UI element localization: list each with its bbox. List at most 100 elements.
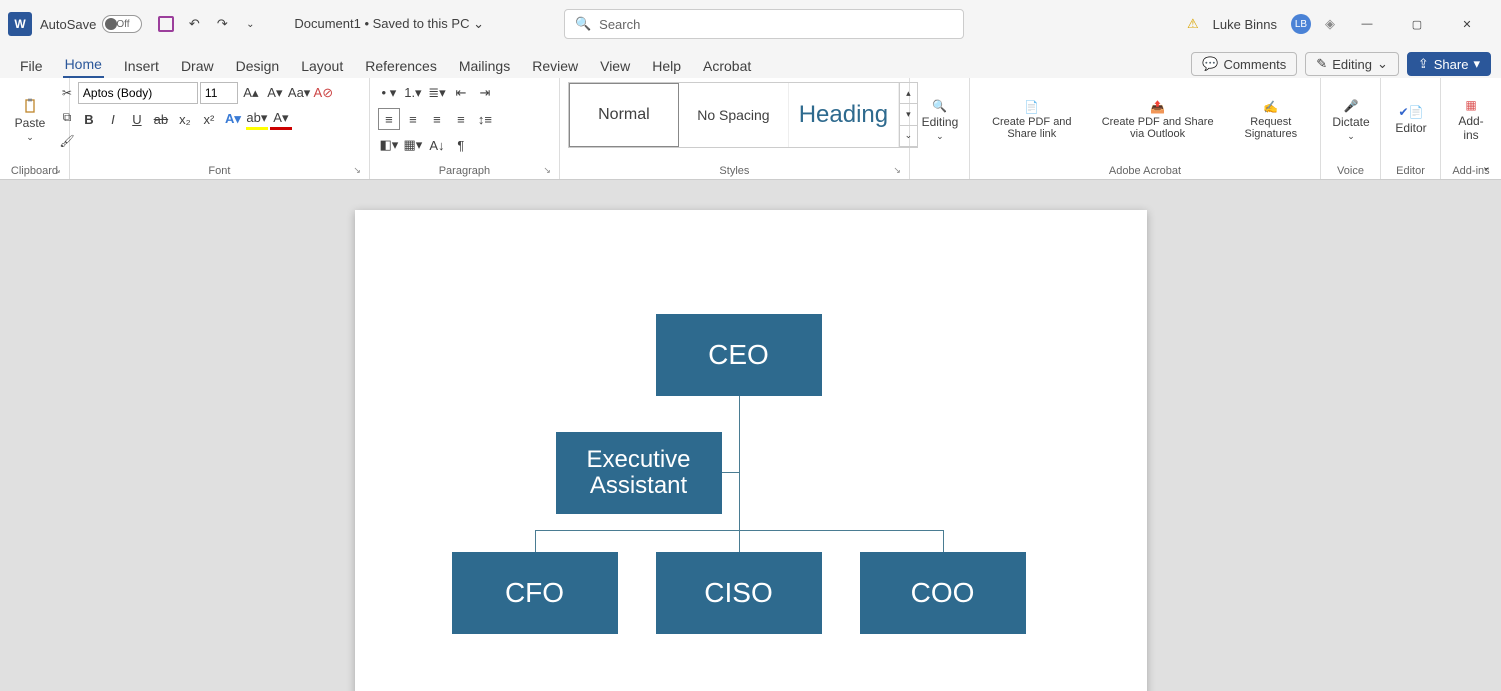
signature-icon: ✍	[1263, 100, 1278, 114]
italic-button[interactable]: I	[102, 108, 124, 130]
group-acrobat: 📄 Create PDF and Share link 📤 Create PDF…	[970, 78, 1321, 179]
comments-button[interactable]: 💬 Comments	[1191, 52, 1297, 76]
tab-file[interactable]: File	[18, 54, 45, 78]
tab-help[interactable]: Help	[650, 54, 683, 78]
group-addins: ▦ Add-ins Add-ins ⌄	[1441, 78, 1501, 179]
tab-home[interactable]: Home	[63, 52, 104, 78]
create-pdf-share-link-button[interactable]: 📄 Create PDF and Share link	[978, 82, 1086, 158]
warning-icon[interactable]: ⚠	[1187, 16, 1199, 32]
editor-button[interactable]: ✔📄 Editor	[1389, 82, 1433, 158]
smartart-orgchart[interactable]: CEO Executive Assistant CFO CISO COO	[355, 314, 1147, 691]
show-marks-button[interactable]: ¶	[450, 134, 472, 156]
autosave-toggle[interactable]: AutoSave Off	[40, 15, 142, 33]
user-avatar[interactable]: LB	[1291, 14, 1311, 34]
sort-button[interactable]: A↓	[426, 134, 448, 156]
borders-button[interactable]: ▦▾	[402, 134, 424, 156]
user-name[interactable]: Luke Binns	[1213, 17, 1277, 32]
search-input[interactable]: 🔍 Search	[564, 9, 964, 39]
tab-insert[interactable]: Insert	[122, 54, 161, 78]
styles-launcher[interactable]: ↘	[893, 165, 901, 176]
undo-button[interactable]: ↶	[184, 14, 204, 34]
editor-icon: ✔📄	[1399, 105, 1424, 119]
clipboard-launcher[interactable]: ↘	[53, 165, 61, 176]
close-button[interactable]: ✕	[1449, 6, 1485, 42]
org-node-coo[interactable]: COO	[860, 552, 1026, 634]
styles-gallery[interactable]: Normal No Spacing Heading ▴ ▾ ⌄	[568, 82, 918, 148]
line-spacing-button[interactable]: ↕≡	[474, 108, 496, 130]
tab-layout[interactable]: Layout	[299, 54, 345, 78]
font-color-button[interactable]: A▾	[270, 108, 292, 130]
editing-find-button[interactable]: 🔍 Editing⌄	[918, 82, 962, 158]
clear-formatting-button[interactable]: A⊘	[312, 82, 334, 104]
clipboard-icon	[22, 98, 38, 114]
decrease-indent-button[interactable]: ⇤	[450, 82, 472, 104]
style-normal[interactable]: Normal	[569, 83, 679, 147]
tab-view[interactable]: View	[598, 54, 632, 78]
tab-mailings[interactable]: Mailings	[457, 54, 512, 78]
subscript-button[interactable]: x₂	[174, 108, 196, 130]
tab-acrobat[interactable]: Acrobat	[701, 54, 753, 78]
outlook-icon: 📤	[1150, 100, 1165, 114]
mic-icon: 🎤	[1344, 99, 1359, 113]
word-app-icon: W	[8, 12, 32, 36]
connector	[739, 530, 740, 552]
superscript-button[interactable]: x²	[198, 108, 220, 130]
qat-customize[interactable]: ⌄	[240, 14, 260, 34]
shrink-font-button[interactable]: A▾	[264, 82, 286, 104]
justify-button[interactable]: ≡	[450, 108, 472, 130]
group-editor: ✔📄 Editor Editor	[1381, 78, 1441, 179]
editing-mode-button[interactable]: ✎ Editing ⌄	[1305, 52, 1399, 76]
highlight-button[interactable]: ab▾	[246, 108, 268, 130]
font-launcher[interactable]: ↘	[353, 165, 361, 176]
tab-references[interactable]: References	[363, 54, 439, 78]
paragraph-launcher[interactable]: ↘	[543, 165, 551, 176]
group-voice: 🎤 Dictate⌄ Voice	[1321, 78, 1381, 179]
pdf-icon: 📄	[1024, 100, 1039, 114]
style-no-spacing[interactable]: No Spacing	[679, 83, 789, 147]
align-center-button[interactable]: ≡	[402, 108, 424, 130]
dictate-button[interactable]: 🎤 Dictate⌄	[1329, 82, 1373, 158]
group-styles: Normal No Spacing Heading ▴ ▾ ⌄ Styles↘	[560, 78, 910, 179]
page[interactable]: CEO Executive Assistant CFO CISO COO	[355, 210, 1147, 691]
tab-review[interactable]: Review	[530, 54, 580, 78]
align-left-button[interactable]: ≡	[378, 108, 400, 130]
create-pdf-outlook-button[interactable]: 📤 Create PDF and Share via Outlook	[1090, 82, 1226, 158]
font-size-input[interactable]	[200, 82, 238, 104]
save-button[interactable]	[156, 14, 176, 34]
align-right-button[interactable]: ≡	[426, 108, 448, 130]
numbering-button[interactable]: 1.▾	[402, 82, 424, 104]
text-effects-button[interactable]: A▾	[222, 108, 244, 130]
font-name-input[interactable]	[78, 82, 198, 104]
connector	[739, 396, 740, 530]
grow-font-button[interactable]: A▴	[240, 82, 262, 104]
addins-button[interactable]: ▦ Add-ins	[1449, 82, 1493, 158]
increase-indent-button[interactable]: ⇥	[474, 82, 496, 104]
group-editing: 🔍 Editing⌄	[910, 78, 970, 179]
maximize-button[interactable]: ▢	[1399, 6, 1435, 42]
request-signatures-button[interactable]: ✍ Request Signatures	[1230, 82, 1312, 158]
change-case-button[interactable]: Aa▾	[288, 82, 310, 104]
underline-button[interactable]: U	[126, 108, 148, 130]
redo-button[interactable]: ↷	[212, 14, 232, 34]
find-icon: 🔍	[932, 99, 947, 113]
bold-button[interactable]: B	[78, 108, 100, 130]
org-node-ceo[interactable]: CEO	[656, 314, 822, 396]
document-area[interactable]: CEO Executive Assistant CFO CISO COO	[0, 180, 1501, 691]
multilevel-button[interactable]: ≣▾	[426, 82, 448, 104]
collapse-ribbon-button[interactable]: ⌄	[1482, 160, 1491, 173]
strikethrough-button[interactable]: ab	[150, 108, 172, 130]
tab-design[interactable]: Design	[234, 54, 282, 78]
org-node-ciso[interactable]: CISO	[656, 552, 822, 634]
bullets-button[interactable]: • ▾	[378, 82, 400, 104]
style-heading1[interactable]: Heading	[789, 83, 899, 147]
org-node-assistant[interactable]: Executive Assistant	[556, 432, 722, 514]
minimize-button[interactable]: —	[1349, 6, 1385, 42]
titlebar: W AutoSave Off ↶ ↷ ⌄ Document1 • Saved t…	[0, 0, 1501, 48]
paste-button[interactable]: Paste⌄	[8, 82, 52, 158]
share-button[interactable]: ⇪ Share ▾	[1407, 52, 1491, 76]
shading-button[interactable]: ◧▾	[378, 134, 400, 156]
tab-draw[interactable]: Draw	[179, 54, 216, 78]
document-title[interactable]: Document1 • Saved to this PC ⌄	[294, 16, 484, 32]
org-node-cfo[interactable]: CFO	[452, 552, 618, 634]
diamond-icon[interactable]: ◈	[1325, 16, 1335, 32]
